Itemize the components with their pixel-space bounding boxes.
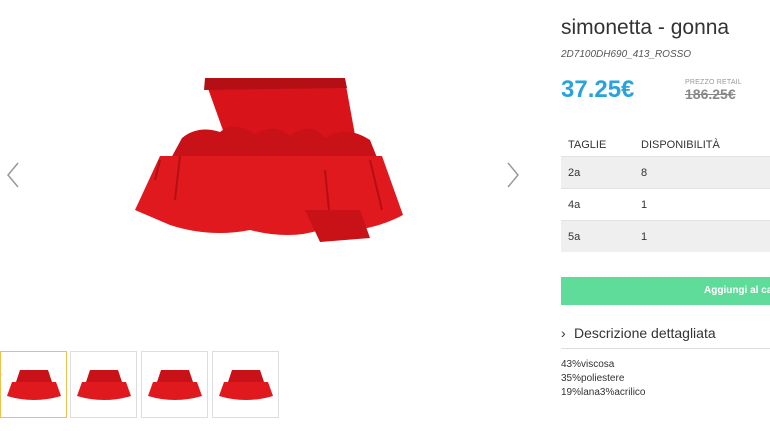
composition-line: 43%viscosa bbox=[561, 359, 615, 370]
composition-line: 19%lana3%acrilico bbox=[561, 387, 646, 398]
availability-cell: 1 bbox=[641, 231, 648, 243]
sizes-table-header: TAGLIE DISPONIBILITÀ bbox=[561, 131, 770, 156]
skirt-thumb-image bbox=[219, 370, 273, 400]
table-row[interactable]: 4a 1 bbox=[561, 188, 770, 220]
size-cell: 5a bbox=[568, 231, 581, 243]
skirt-image bbox=[135, 78, 403, 242]
retail-price-label: PREZZO RETAIL bbox=[685, 79, 742, 86]
product-gallery bbox=[0, 0, 540, 431]
table-row[interactable]: 2a 8 bbox=[561, 156, 770, 188]
skirt-thumb-image bbox=[148, 370, 202, 400]
availability-cell: 1 bbox=[641, 199, 648, 211]
table-row[interactable]: 5a 1 bbox=[561, 220, 770, 252]
add-to-cart-label: Aggiungi al ca bbox=[704, 285, 770, 296]
composition-line: 35%poliestere bbox=[561, 373, 625, 384]
column-header-size: TAGLIE bbox=[568, 139, 607, 151]
sizes-table: TAGLIE DISPONIBILITÀ 2a 8 4a 1 5a 1 bbox=[561, 131, 770, 252]
chevron-left-icon bbox=[7, 162, 19, 188]
thumbnail-2[interactable] bbox=[70, 351, 137, 418]
description-toggle[interactable]: › Descrizione dettagliata bbox=[561, 322, 770, 349]
thumbnail-1[interactable] bbox=[0, 351, 67, 418]
skirt-thumb-image bbox=[77, 370, 131, 400]
description-title: Descrizione dettagliata bbox=[574, 325, 716, 341]
thumbnail-4[interactable] bbox=[212, 351, 279, 418]
column-header-availability: DISPONIBILITÀ bbox=[641, 139, 720, 151]
next-image-button[interactable] bbox=[502, 160, 522, 190]
prev-image-button[interactable] bbox=[4, 160, 24, 190]
product-title: simonetta - gonna bbox=[561, 16, 730, 39]
chevron-right-icon bbox=[507, 162, 519, 188]
size-cell: 4a bbox=[568, 199, 581, 211]
product-details: simonetta - gonna 2D7100DH690_413_ROSSO … bbox=[561, 0, 770, 431]
availability-cell: 8 bbox=[641, 167, 648, 179]
skirt-thumb-image bbox=[7, 370, 61, 400]
product-price: 37.25€ bbox=[561, 76, 635, 103]
add-to-cart-button[interactable]: Aggiungi al ca bbox=[561, 277, 770, 305]
product-sku: 2D7100DH690_413_ROSSO bbox=[561, 49, 692, 60]
chevron-right-icon: › bbox=[561, 325, 566, 341]
size-cell: 2a bbox=[568, 167, 581, 179]
main-product-image[interactable] bbox=[120, 60, 420, 260]
thumbnail-3[interactable] bbox=[141, 351, 208, 418]
composition-text: 43%viscosa 35%poliestere 19%lana3%acrili… bbox=[561, 358, 646, 400]
retail-price: 186.25€ bbox=[685, 86, 736, 102]
